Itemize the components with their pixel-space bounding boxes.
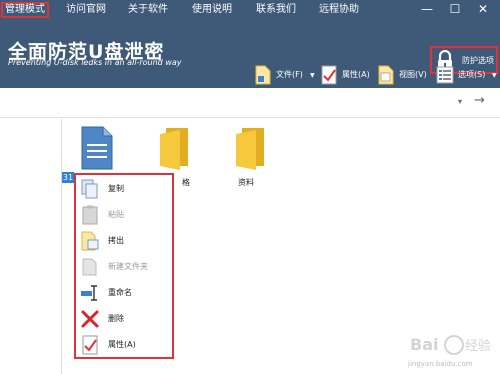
menu-item-visit-site[interactable]: 访问官网: [66, 2, 106, 18]
history-dropdown-icon[interactable]: ▾: [458, 97, 462, 106]
folder-icon: [236, 128, 264, 170]
menu-item-paste[interactable]: 粘贴: [76, 202, 172, 228]
menu-item-admin-mode[interactable]: 管理模式: [1, 2, 49, 18]
watermark-url: jingyan.baidu.com: [408, 360, 473, 368]
chevron-down-icon: ▼: [310, 72, 315, 79]
menu-item-contact[interactable]: 联系我们: [256, 2, 296, 18]
context-menu: 复制 粘贴 拷出 新建文件夹 重命名 删除 属性(A): [74, 173, 174, 359]
view-icon: [378, 65, 394, 85]
delete-label: 删除: [108, 314, 124, 323]
options-list-icon: [436, 66, 454, 84]
menu-item-delete[interactable]: 删除: [76, 306, 172, 332]
paste-icon: [82, 205, 98, 225]
folder-icon: [160, 128, 188, 170]
export-icon: [81, 231, 99, 251]
app-subtitle: Preventing U-disk ledks in an all-round …: [8, 58, 182, 67]
app-window: 管理模式 访问官网 关于软件 使用说明 联系我们 远程协助 — ☐ ✕ 全面防范…: [0, 0, 500, 374]
svg-text:经验: 经验: [465, 338, 490, 354]
address-bar: ▾ →: [0, 88, 500, 118]
menu-item-remote-help[interactable]: 远程协助: [319, 2, 359, 18]
view-menu-label: 视图(V): [399, 70, 427, 79]
copy-icon: [81, 179, 98, 199]
baidu-watermark: Bai 经验 jingyan.baidu.com: [388, 332, 496, 370]
export-label: 拷出: [108, 236, 124, 245]
properties-button[interactable]: 属性(A): [320, 64, 372, 86]
folder-item-materials[interactable]: 资料: [234, 124, 274, 188]
rename-icon: [81, 285, 97, 301]
go-arrow-icon[interactable]: →: [474, 93, 485, 108]
menu-item-export[interactable]: 拷出: [76, 228, 172, 254]
properties-menu-label: 属性(A): [108, 340, 136, 349]
chevron-down-icon: ▼: [492, 72, 497, 79]
selection-badge: 31: [62, 172, 74, 183]
copy-label: 复制: [108, 184, 124, 193]
svg-text:Bai: Bai: [410, 335, 438, 354]
options-menu-button[interactable]: 选项(S) ▼: [436, 64, 498, 86]
menu-item-copy[interactable]: 复制: [76, 176, 172, 202]
maximize-button[interactable]: ☐: [446, 1, 464, 17]
properties-icon: [82, 335, 98, 355]
menu-item-rename[interactable]: 重命名: [76, 280, 172, 306]
file-menu-label: 文件(F): [276, 70, 303, 79]
menu-item-about[interactable]: 关于软件: [128, 2, 168, 18]
properties-label: 属性(A): [342, 70, 370, 79]
document-icon: [255, 65, 271, 85]
menu-item-instructions[interactable]: 使用说明: [192, 2, 232, 18]
folder-label: 格: [182, 178, 190, 187]
new-folder-label: 新建文件夹: [108, 262, 148, 271]
file-menu-button[interactable]: 文件(F) ▼: [254, 64, 316, 86]
baidu-logo-icon: Bai 经验: [410, 335, 490, 355]
blue-document-icon: [81, 126, 113, 170]
options-menu-label: 选项(S): [458, 70, 486, 79]
paste-label: 粘贴: [108, 210, 124, 219]
view-menu-button[interactable]: 视图(V): [377, 64, 431, 86]
checklist-icon: [321, 65, 337, 85]
folder-label: 资料: [238, 178, 254, 187]
menu-bar: 管理模式 访问官网 关于软件 使用说明 联系我们 远程协助 — ☐ ✕: [0, 0, 500, 20]
menu-item-new-folder[interactable]: 新建文件夹: [76, 254, 172, 280]
new-folder-icon: [82, 258, 97, 276]
menu-item-properties[interactable]: 属性(A): [76, 332, 172, 358]
close-button[interactable]: ✕: [474, 1, 492, 17]
minimize-button[interactable]: —: [418, 1, 436, 17]
rename-label: 重命名: [108, 288, 132, 297]
pane-divider: [61, 119, 62, 374]
delete-icon: [81, 310, 99, 328]
